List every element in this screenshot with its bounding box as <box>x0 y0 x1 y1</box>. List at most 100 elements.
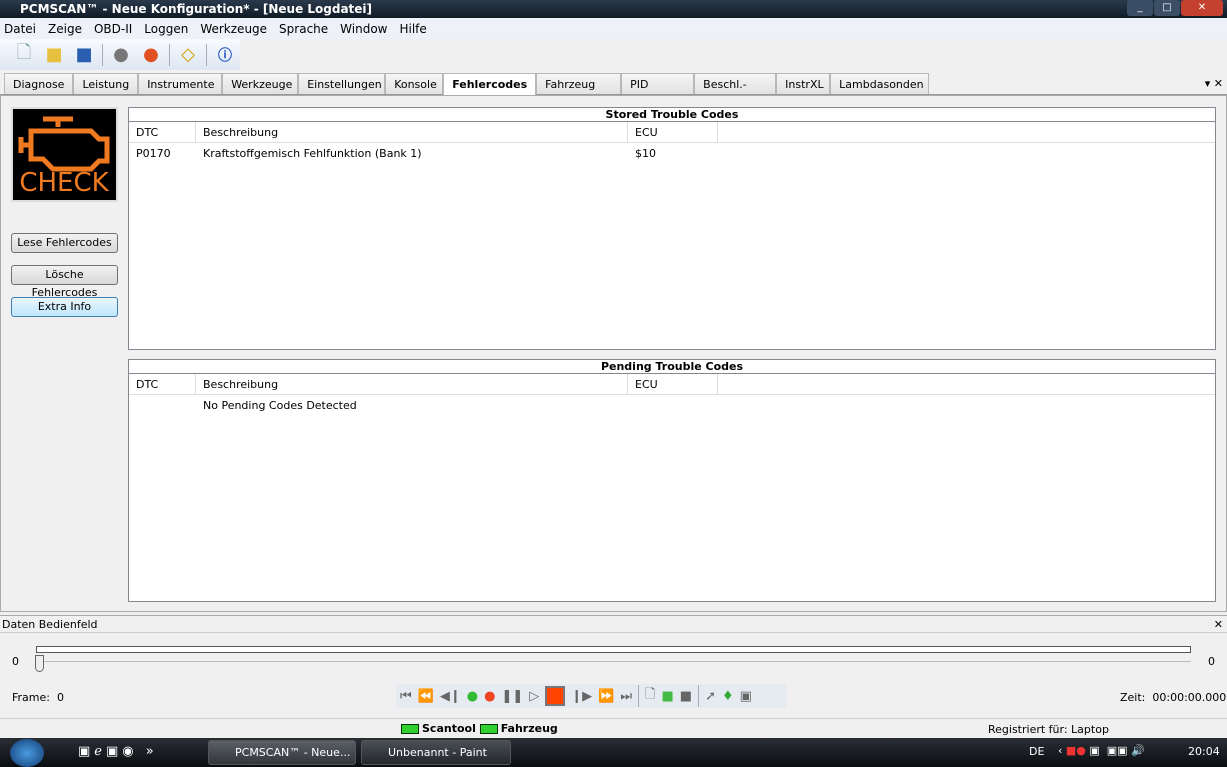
open-folder-icon[interactable]: ■ <box>42 43 66 67</box>
close-button[interactable]: ✕ <box>1181 0 1223 16</box>
save-log-icon[interactable]: ■ <box>680 689 692 704</box>
task-pcmscan[interactable]: PCMSCAN™ - Neue... <box>208 740 356 765</box>
tab-instrumente[interactable]: Instrumente <box>138 73 223 94</box>
status-bar: Scantool Fahrzeug Registriert für: Lapto… <box>0 718 1227 738</box>
col-ecu[interactable]: ECU <box>628 374 718 394</box>
pending-codes-table: Pending Trouble Codes DTC Beschreibung ECU… <box>128 359 1216 602</box>
rewind-icon[interactable]: ⏪ <box>418 689 434 704</box>
col-beschreibung[interactable]: Beschreibung <box>196 122 628 142</box>
daten-header: Daten Bedienfeld ✕ <box>0 616 1227 633</box>
tab-diagnose[interactable]: Diagnose <box>4 73 74 94</box>
col-beschreibung[interactable]: Beschreibung <box>196 374 628 394</box>
table-row[interactable]: P0170 Kraftstoffgemisch Fehlfunktion (Ban… <box>129 143 1215 164</box>
zeit-label: Zeit: <box>1120 691 1146 704</box>
maximize-button[interactable]: □ <box>1154 0 1180 16</box>
tab-konsole[interactable]: Konsole <box>385 73 444 94</box>
slider-min: 0 <box>12 655 19 668</box>
tab-instrxl[interactable]: InstrXL <box>776 73 831 94</box>
tab-fehlercodes[interactable]: Fehlercodes <box>443 73 537 96</box>
no-pending-message: No Pending Codes Detected <box>203 399 357 412</box>
fahrzeug-status: Fahrzeug <box>500 722 558 735</box>
window-controls: _ □ ✕ <box>1127 0 1223 16</box>
menu-sprache[interactable]: Sprache <box>279 22 328 36</box>
dtc-cell: P0170 <box>136 147 171 160</box>
scantool-status: Scantool <box>422 722 476 735</box>
menu-bar: Datei Zeige OBD-II Loggen Werkzeuge Spra… <box>0 19 1227 39</box>
clear-codes-button[interactable]: Lösche Fehlercodes <box>11 265 118 299</box>
menu-zeige[interactable]: Zeige <box>48 22 82 36</box>
tab-einstellungen[interactable]: Einstellungen <box>298 73 386 94</box>
tab-werkzeuge[interactable]: Werkzeuge <box>222 73 299 94</box>
registered-text: Registriert für: Laptop <box>988 723 1109 736</box>
frame-value: 0 <box>56 691 64 704</box>
table-header: DTC Beschreibung ECU <box>129 374 1215 395</box>
tab-pid-konfig[interactable]: PID Konfig <box>621 73 695 112</box>
export-icon[interactable]: ♦ <box>722 689 734 704</box>
info-icon[interactable]: ⓘ <box>213 43 237 67</box>
title-bar: PCMSCAN™ - Neue Konfiguration* - [Neue L… <box>0 0 1227 18</box>
save-icon[interactable]: ■ <box>72 43 96 67</box>
tab-close-icon[interactable]: ▾ ✕ <box>1205 73 1227 94</box>
fast-forward-icon[interactable]: ⏩ <box>598 689 614 704</box>
first-frame-icon[interactable]: ⏮ <box>400 689 412 704</box>
menu-werkzeuge[interactable]: Werkzeuge <box>200 22 267 36</box>
separator <box>102 43 103 66</box>
new-log-icon[interactable]: 🗋 <box>645 685 655 707</box>
pause-icon[interactable]: ❚❚ <box>501 689 523 704</box>
fahrzeug-led-icon <box>479 724 498 734</box>
clock[interactable]: 20:04 <box>1188 745 1220 758</box>
ecu-cell: $10 <box>635 147 656 160</box>
settings-icon[interactable]: ▣ <box>740 689 752 704</box>
extra-info-button[interactable]: Extra Info <box>11 297 118 317</box>
tab-beschl-lauf[interactable]: Beschl.-Lauf <box>694 73 777 112</box>
menu-window[interactable]: Window <box>340 22 387 36</box>
tab-fahrzeug-info[interactable]: Fahrzeug Info <box>536 73 622 112</box>
last-frame-icon[interactable]: ⏭ <box>620 689 632 704</box>
read-codes-button[interactable]: Lese Fehlercodes <box>11 233 118 253</box>
stored-title: Stored Trouble Codes <box>129 108 1215 122</box>
menu-hilfe[interactable]: Hilfe <box>399 22 426 36</box>
step-forward-icon[interactable]: ❙▶ <box>571 689 592 704</box>
taskbar: ▣ℯ▣◉ » PCMSCAN™ - Neue... Unbenannt - Pa… <box>0 738 1227 767</box>
add-marker-icon[interactable]: ➚ <box>705 689 716 704</box>
table-row: No Pending Codes Detected <box>129 395 1215 416</box>
quick-launch-icons[interactable]: ▣ℯ▣◉ » <box>78 744 158 759</box>
start-button[interactable] <box>10 739 44 767</box>
progress-track <box>36 646 1191 653</box>
stop-icon[interactable] <box>545 686 566 706</box>
tab-bar: Diagnose Leistung Instrumente Werkzeuge … <box>0 73 1227 112</box>
col-ecu[interactable]: ECU <box>628 122 718 142</box>
separator <box>169 43 170 66</box>
menu-loggen[interactable]: Loggen <box>144 22 188 36</box>
col-dtc[interactable]: DTC <box>129 374 196 394</box>
language-indicator[interactable]: DE <box>1029 745 1044 758</box>
fit-icon[interactable]: ◇ <box>176 43 200 67</box>
open-log-icon[interactable]: ■ <box>662 689 674 704</box>
connect-icon[interactable]: ● <box>139 43 163 67</box>
daten-title: Daten Bedienfeld <box>2 618 98 631</box>
step-back-icon[interactable]: ◀❙ <box>440 689 461 704</box>
tab-leistung[interactable]: Leistung <box>73 73 139 94</box>
record-icon[interactable]: ● <box>484 689 495 704</box>
playback-controls: ⏮ ⏪ ◀❙ ● ● ❚❚ ▷ ❙▶ ⏩ ⏭ 🗋 ■ ■ ➚ ♦ ▣ <box>396 684 786 708</box>
close-panel-icon[interactable]: ✕ <box>1214 616 1227 632</box>
check-engine-icon: CHECK <box>11 107 118 202</box>
separator <box>698 685 700 707</box>
col-dtc[interactable]: DTC <box>129 122 196 142</box>
new-file-icon[interactable]: 🗋 <box>12 42 36 67</box>
task-paint[interactable]: Unbenannt - Paint <box>361 740 511 765</box>
minimize-button[interactable]: _ <box>1127 0 1153 16</box>
green-dot-icon[interactable]: ● <box>467 689 478 704</box>
menu-obd[interactable]: OBD-II <box>94 22 132 36</box>
frame-slider[interactable] <box>35 655 44 672</box>
slider-max: 0 <box>1208 655 1215 668</box>
stored-codes-table: Stored Trouble Codes DTC Beschreibung ECU … <box>128 107 1216 350</box>
slider-line <box>36 661 1191 662</box>
disconnect-icon[interactable]: ● <box>109 43 133 67</box>
description-cell: Kraftstoffgemisch Fehlfunktion (Bank 1) <box>203 147 422 160</box>
play-icon[interactable]: ▷ <box>529 689 539 704</box>
zeit-value: 00:00:00.000 <box>1152 691 1227 704</box>
tab-lambdasonden[interactable]: Lambdasonden <box>830 73 930 94</box>
menu-datei[interactable]: Datei <box>4 22 36 36</box>
tray-icons[interactable]: ‹ ■● ▣ ▣▣ 🔊 <box>1058 744 1145 757</box>
